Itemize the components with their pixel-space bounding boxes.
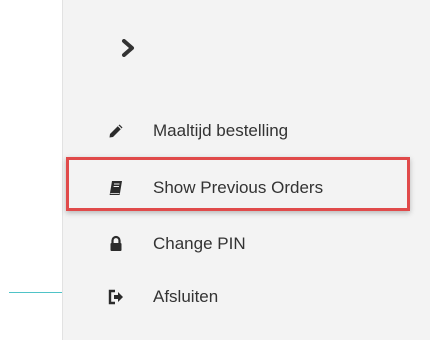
accent-line (9, 292, 64, 293)
main-content-edge (0, 0, 64, 340)
book-icon (105, 177, 127, 199)
menu-item-maaltijd-bestelling[interactable]: Maaltijd bestelling (89, 114, 288, 148)
sidebar-toggle-button[interactable] (116, 36, 140, 60)
menu-item-change-pin[interactable]: Change PIN (89, 227, 246, 261)
lock-icon (105, 233, 127, 255)
pencil-icon (105, 120, 127, 142)
sign-out-icon (105, 286, 127, 308)
menu-item-show-previous-orders[interactable]: Show Previous Orders (89, 171, 323, 205)
menu-item-label: Afsluiten (153, 287, 219, 306)
menu-item-label: Show Previous Orders (153, 178, 324, 197)
menu-item-label: Maaltijd bestelling (153, 121, 289, 140)
screen: Maaltijd bestelling Show Previous Orders (0, 0, 430, 340)
chevron-right-icon (122, 39, 134, 57)
menu-item-afsluiten[interactable]: Afsluiten (89, 280, 218, 314)
menu-item-label: Change PIN (153, 234, 246, 253)
sidebar-menu: Maaltijd bestelling Show Previous Orders (62, 0, 430, 340)
